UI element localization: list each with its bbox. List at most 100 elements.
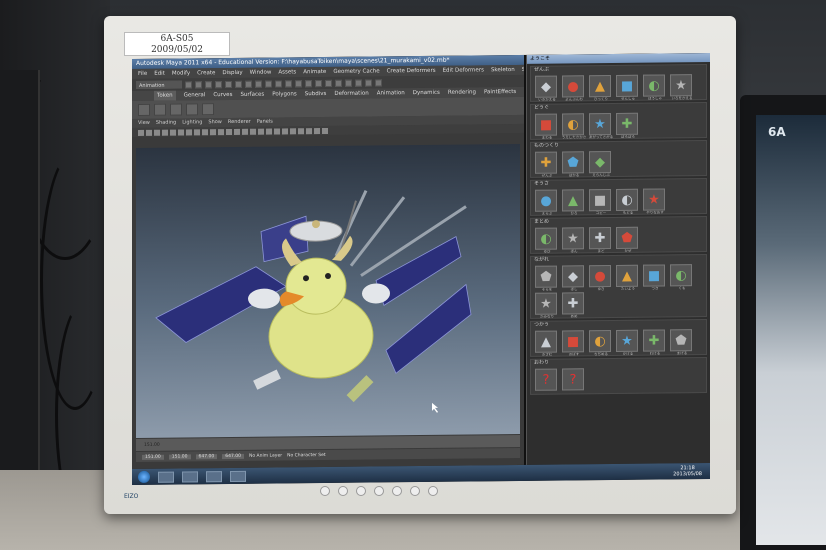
menu-item[interactable]: Create Deformers [387, 66, 436, 77]
menu-item[interactable]: Display [222, 68, 242, 78]
panel-tool-icon[interactable] [178, 128, 184, 136]
tool-button[interactable]: ✚ ぽろぽろ [616, 112, 638, 139]
tool-icon[interactable] [335, 79, 342, 87]
panel-tool-icon[interactable] [138, 129, 144, 136]
menu-item[interactable]: Create [197, 68, 215, 78]
shelf-icon[interactable] [154, 103, 166, 116]
shelf-tab[interactable]: Rendering [448, 87, 476, 97]
shelf-tab[interactable]: Polygons [272, 89, 296, 99]
tool-button[interactable]: ⬟ まげる [670, 329, 692, 355]
tool-icon[interactable] [245, 80, 252, 88]
panel-tool-icon[interactable] [258, 128, 264, 135]
character-set-select[interactable]: No Character Set [287, 452, 326, 457]
monitor-button[interactable] [338, 486, 348, 496]
maya-icon[interactable] [230, 470, 246, 482]
panel-tool-icon[interactable] [154, 129, 160, 136]
tool-button[interactable]: ✚ わける [643, 329, 665, 356]
monitor-button[interactable] [410, 486, 420, 496]
shelf-tab[interactable]: PaintEffects [484, 87, 516, 97]
tool-button[interactable]: ◐ もどる [616, 188, 638, 215]
shelf-tab[interactable]: Animation [377, 88, 405, 98]
tool-icon[interactable] [205, 80, 212, 88]
monitor-button[interactable] [356, 486, 366, 496]
panel-menu-item[interactable]: Panels [257, 118, 273, 127]
tool-icon[interactable] [295, 79, 302, 87]
panel-tool-icon[interactable] [234, 128, 240, 135]
tool-button[interactable]: ★ あがってさがる [589, 113, 613, 139]
panel-menu-item[interactable]: Lighting [182, 118, 202, 127]
ie-icon[interactable] [158, 471, 174, 483]
tool-button[interactable]: ◐ ちぢめる [589, 330, 611, 356]
tool-icon[interactable] [265, 80, 272, 88]
tool-button[interactable]: ▲ ひっくり [589, 75, 611, 101]
shelf-tab[interactable]: Curves [213, 90, 232, 100]
tool-button[interactable]: ■ まわる [535, 113, 557, 140]
tool-button[interactable]: ✚ ぜんぶ [535, 151, 557, 178]
range-end-2[interactable]: 647.00 [222, 453, 244, 459]
panel-tool-icon[interactable] [218, 128, 224, 135]
tool-icon[interactable] [355, 79, 362, 87]
menu-item[interactable]: File [138, 69, 147, 79]
monitor-button[interactable] [320, 486, 330, 496]
tool-icon[interactable] [305, 79, 312, 87]
tool-button[interactable]: ◆ ほし [562, 265, 584, 291]
menu-item[interactable]: Edit Deformers [443, 65, 484, 75]
panel-menu-item[interactable]: Shading [156, 119, 176, 128]
tool-icon[interactable] [235, 80, 242, 88]
tool-button[interactable]: ▲ たいよう [616, 264, 638, 291]
start-orb-icon[interactable] [138, 470, 150, 483]
tool-button[interactable]: ■ つき [643, 264, 665, 291]
monitor-button[interactable] [392, 486, 402, 496]
panel-tool-icon[interactable] [146, 129, 152, 136]
tool-button[interactable]: ★ かける [616, 329, 638, 356]
shelf-tab[interactable]: General [184, 90, 206, 100]
panel-tool-icon[interactable] [186, 128, 192, 135]
tool-button[interactable]: ◆ えらんじぶ [589, 151, 611, 177]
menu-item[interactable]: Animate [303, 67, 326, 77]
tool-button[interactable]: ★ ほん [562, 227, 584, 253]
tool-icon[interactable] [285, 79, 292, 87]
tool-button[interactable]: ● よんぶんわ [562, 75, 584, 101]
shelf-tab[interactable]: Dynamics [413, 88, 440, 98]
taskbar-clock[interactable]: 21:18 2013/05/08 [673, 465, 702, 477]
monitor-button[interactable] [428, 486, 438, 496]
tool-button[interactable]: ◐ くも [670, 264, 692, 290]
tool-icon[interactable] [375, 78, 382, 86]
panel-tool-icon[interactable] [306, 127, 312, 134]
tool-icon[interactable] [185, 80, 192, 88]
tool-icon[interactable] [345, 79, 352, 87]
menu-item[interactable]: Modify [172, 68, 190, 78]
tool-button[interactable]: ◐ ゆび [535, 227, 557, 254]
monitor-button[interactable] [374, 486, 384, 496]
menu-item[interactable]: Assets [278, 67, 296, 77]
tool-button[interactable]: ◐ ほうしゃ [643, 74, 665, 101]
tool-icon[interactable] [225, 80, 232, 88]
tool-button[interactable]: ■ のばす [562, 330, 584, 356]
shelf-tab[interactable]: Surfaces [240, 90, 264, 100]
tool-icon[interactable] [195, 80, 202, 88]
tool-button[interactable]: ● ゆき [589, 265, 611, 291]
tool-icon[interactable] [325, 79, 332, 87]
tool-button[interactable]: ? [535, 368, 557, 391]
menu-item[interactable]: Geometry Cache [333, 66, 379, 76]
tool-button[interactable]: ◐ うえしたさかさ [562, 113, 586, 140]
panel-tool-icon[interactable] [298, 127, 304, 134]
tool-button[interactable]: ✚ あめ [562, 292, 584, 318]
panel-tool-icon[interactable] [314, 127, 320, 134]
menu-item[interactable]: Edit [154, 69, 165, 79]
tool-button[interactable]: ★ いろをかえる [670, 74, 692, 100]
tool-button[interactable]: ■ コピー [589, 189, 611, 215]
shelf-tab[interactable]: Token [154, 90, 176, 101]
panel-tool-icon[interactable] [266, 128, 272, 135]
tool-button[interactable]: ★ かみなり [535, 292, 557, 319]
tool-button[interactable]: ★ やりなおす [643, 188, 665, 215]
panel-tool-icon[interactable] [282, 127, 288, 134]
panel-tool-icon[interactable] [274, 127, 280, 135]
tool-button[interactable]: ◆ いきかえる [535, 75, 557, 102]
panel-tool-icon[interactable] [202, 128, 208, 135]
panel-tool-icon[interactable] [226, 128, 232, 135]
tool-icon[interactable] [275, 79, 282, 88]
tool-button[interactable]: ■ せんしゅ [616, 74, 638, 101]
media-icon[interactable] [206, 470, 222, 482]
tool-button[interactable]: ? [562, 368, 584, 391]
